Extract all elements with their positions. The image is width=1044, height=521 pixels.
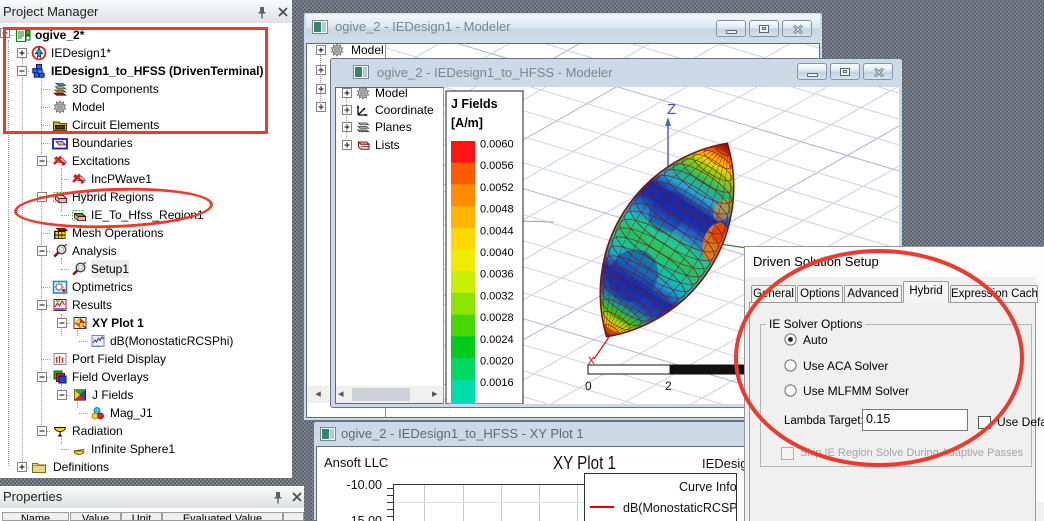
svg-text:0.0024: 0.0024 — [480, 334, 514, 346]
svg-text:0.0052: 0.0052 — [480, 182, 514, 194]
svg-text:0.0056: 0.0056 — [480, 160, 514, 172]
svg-text:0.0048: 0.0048 — [480, 204, 514, 216]
svg-text:[A/m]: [A/m] — [451, 116, 483, 130]
svg-text:0.0032: 0.0032 — [480, 290, 514, 302]
svg-text:0.0044: 0.0044 — [480, 225, 514, 237]
svg-text:0: 0 — [585, 379, 592, 393]
svg-text:0.0028: 0.0028 — [480, 312, 514, 324]
svg-text:0.0020: 0.0020 — [480, 356, 514, 368]
svg-text:0.0016: 0.0016 — [480, 377, 514, 389]
svg-text:Z: Z — [667, 101, 676, 118]
svg-text:2: 2 — [665, 379, 672, 393]
svg-text:J Fields: J Fields — [451, 97, 498, 111]
svg-text:0.0060: 0.0060 — [480, 139, 514, 151]
svg-text:0.0036: 0.0036 — [480, 269, 514, 281]
svg-text:0.0040: 0.0040 — [480, 247, 514, 259]
